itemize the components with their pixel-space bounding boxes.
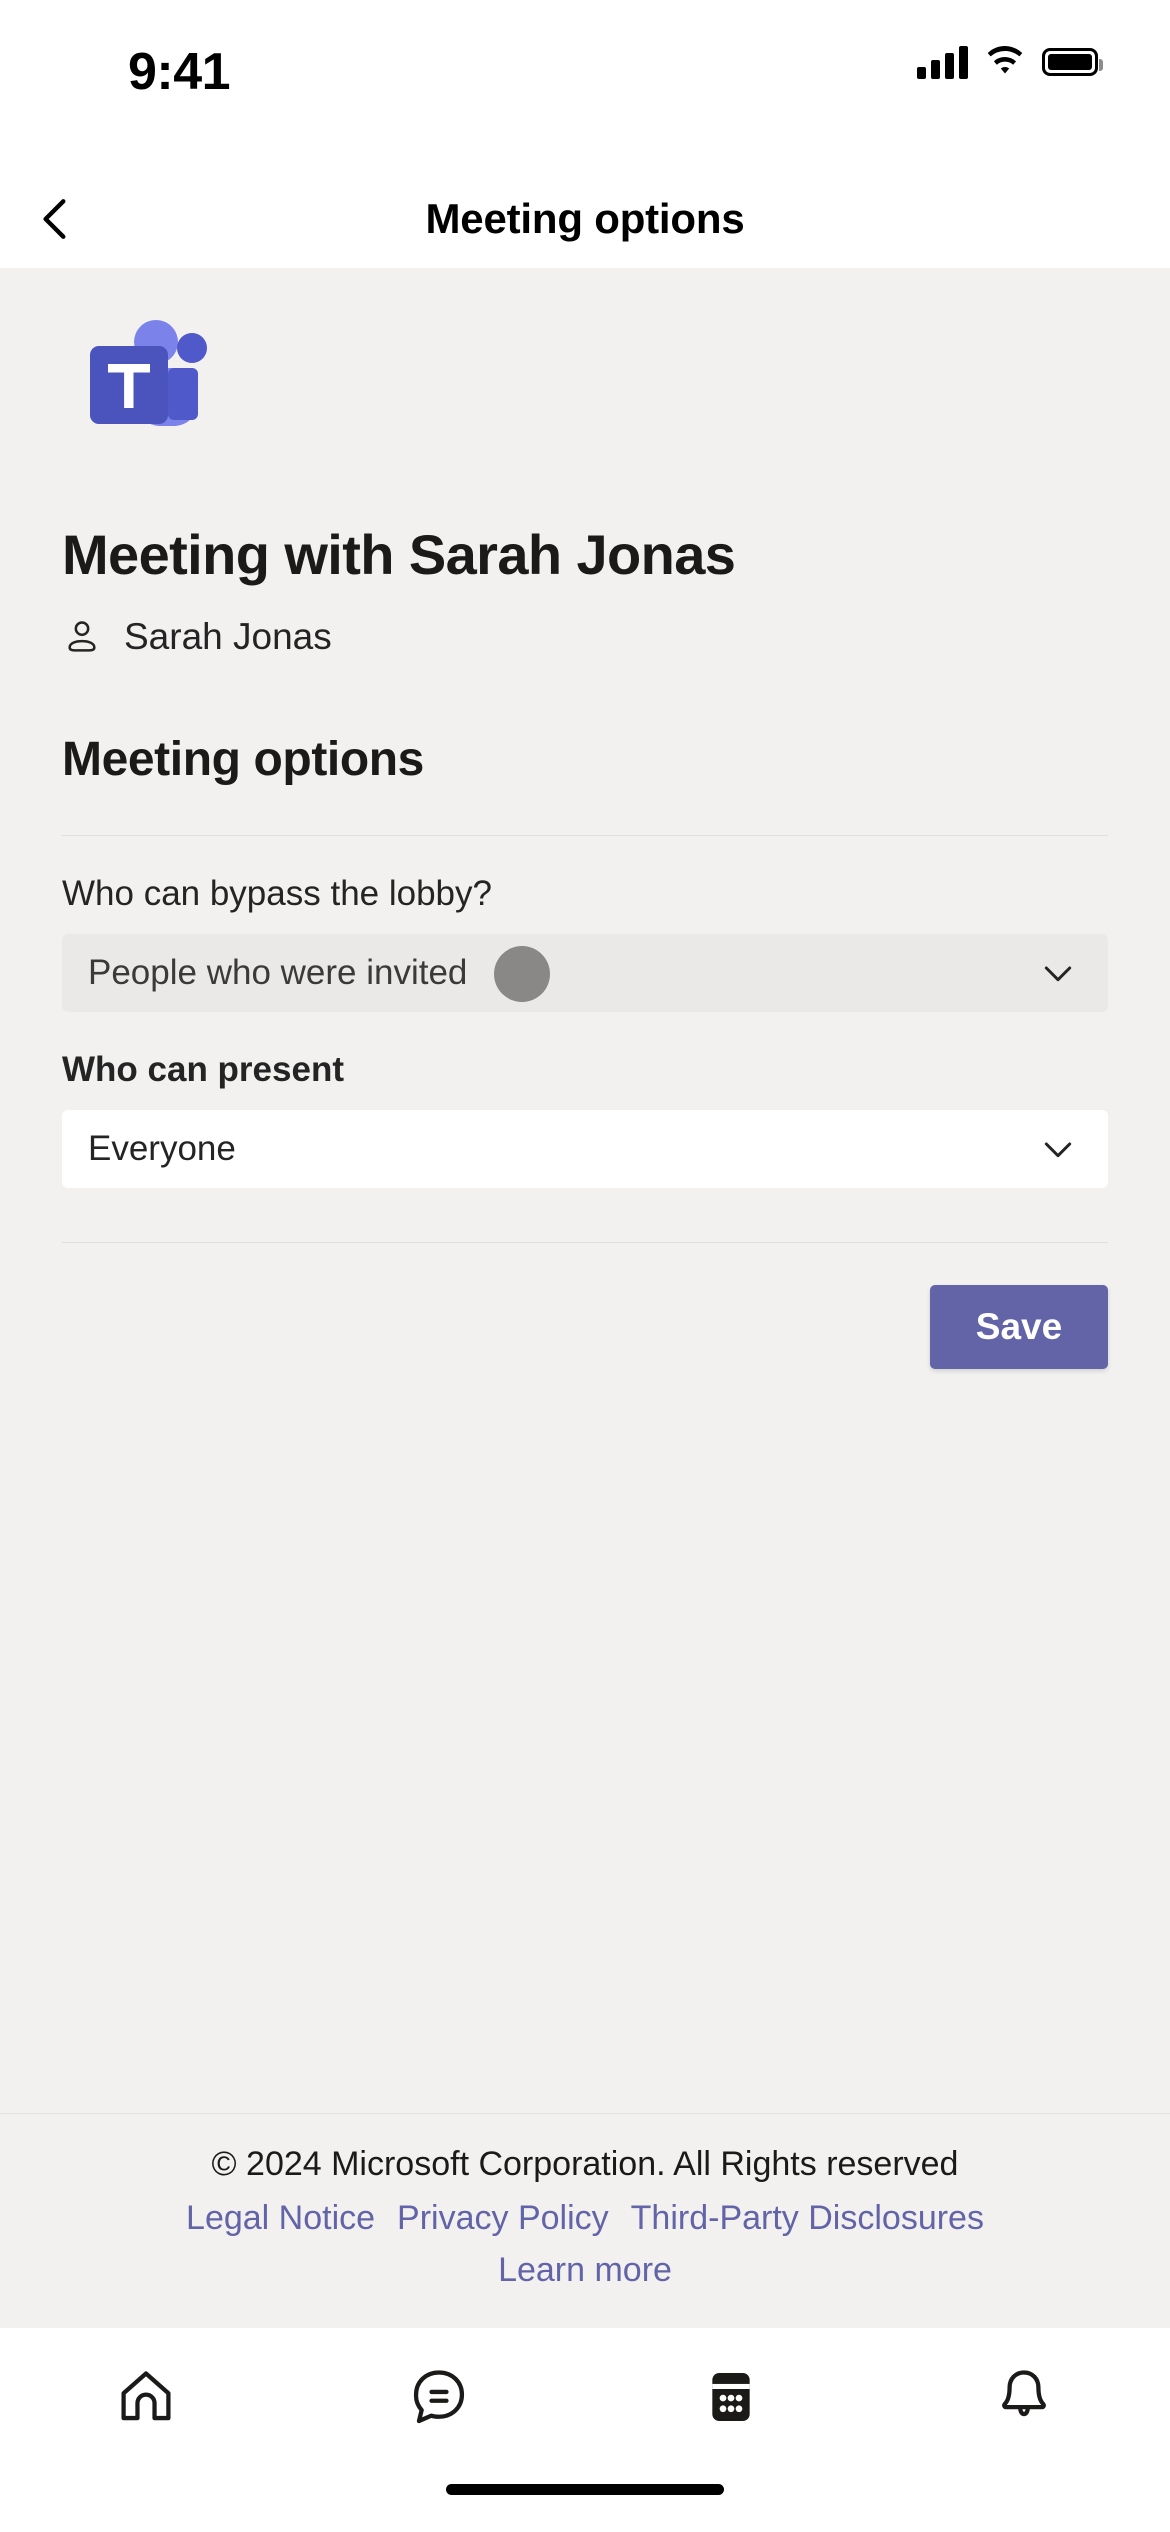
label-who-can-bypass-lobby: Who can bypass the lobby? (62, 873, 492, 913)
tab-activity[interactable] (878, 2354, 1170, 2440)
person-icon (68, 620, 96, 652)
home-indicator-area (0, 2478, 1170, 2532)
meeting-title: Meeting with Sarah Jonas (62, 523, 736, 586)
organizer-name: Sarah Jonas (124, 615, 332, 657)
calendar-icon (712, 2373, 750, 2421)
content-area: Meeting with Sarah Jonas Sarah Jonas Mee… (0, 268, 1170, 2328)
chevron-down-icon (1044, 966, 1072, 981)
battery-full-icon (1042, 48, 1103, 76)
footer-link-third-party-disclosures[interactable]: Third-Party Disclosures (631, 2196, 984, 2242)
cellular-signal-icon (917, 45, 968, 79)
footer: © 2024 Microsoft Corporation. All Rights… (0, 2113, 1170, 2328)
footer-links: Legal Notice Privacy Policy Third-Party … (24, 2196, 1146, 2242)
back-button[interactable] (20, 183, 92, 255)
bell-icon (1001, 2370, 1046, 2417)
section-heading-meeting-options: Meeting options (62, 732, 424, 786)
tab-chat[interactable] (293, 2354, 586, 2440)
status-indicators (917, 45, 1103, 79)
phone-screen: 9:41 Meeting options Meeting with Sarah … (0, 0, 1170, 2532)
page-title: Meeting options (425, 195, 745, 242)
footer-link-privacy-policy[interactable]: Privacy Policy (397, 2196, 609, 2242)
chevron-left-icon (43, 199, 66, 239)
status-time: 9:41 (128, 43, 231, 101)
meeting-organizer: Sarah Jonas (62, 616, 1108, 658)
footer-link-learn-more[interactable]: Learn more (24, 2248, 1146, 2294)
select-value-lobby: People who were invited (88, 952, 468, 992)
select-value-present: Everyone (88, 1128, 236, 1168)
chevron-down-icon (1044, 1142, 1072, 1157)
microsoft-teams-logo (90, 320, 207, 426)
home-indicator[interactable] (446, 2484, 724, 2495)
navigation-bar: Meeting options (0, 170, 1170, 268)
select-who-can-bypass-lobby[interactable]: People who were invited (62, 933, 1108, 1012)
tab-home[interactable] (0, 2354, 293, 2440)
divider-top (62, 834, 1108, 836)
brand-logo-container (62, 268, 1108, 436)
status-bar: 9:41 (0, 0, 1170, 170)
form-actions: Save (62, 1284, 1108, 1369)
save-button[interactable]: Save (930, 1284, 1108, 1369)
divider-bottom (62, 1241, 1108, 1243)
footer-link-legal-notice[interactable]: Legal Notice (186, 2196, 375, 2242)
select-who-can-present[interactable]: Everyone (62, 1109, 1108, 1188)
chat-icon (413, 2370, 464, 2424)
label-who-can-present: Who can present (62, 1049, 344, 1089)
tab-calendar[interactable] (585, 2354, 878, 2440)
scroll-area[interactable]: Meeting with Sarah Jonas Sarah Jonas Mee… (0, 268, 1170, 2113)
home-icon (121, 2371, 171, 2421)
bottom-tab-bar (0, 2328, 1170, 2478)
wifi-icon (987, 46, 1023, 74)
copyright-text: © 2024 Microsoft Corporation. All Rights… (211, 2145, 959, 2184)
